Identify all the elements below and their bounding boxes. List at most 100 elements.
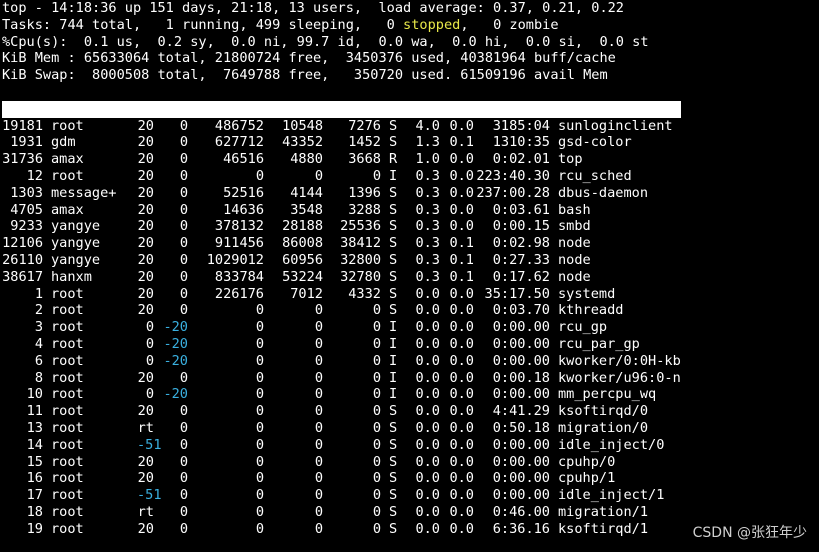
process-row[interactable]: 38617 hanxm 20 0 833784 53224 32780 S 0.3 0.1 0:17…: [2, 269, 681, 286]
process-row[interactable]: 6 root 0 -20 0 0 0 I 0.0 0.0 0:00.00 kworker/0:0H-k…: [2, 353, 681, 370]
process-state: S: [389, 251, 398, 268]
process-ni: 0: [179, 302, 188, 319]
process-user: yangye: [51, 251, 101, 268]
process-shr: 0: [372, 302, 381, 319]
process-state: S: [389, 453, 398, 470]
process-ni: 0: [179, 167, 188, 184]
process-time: 0:03.61: [492, 201, 550, 218]
process-user: amax: [51, 151, 84, 168]
process-time: 0:03.70: [492, 302, 550, 319]
process-row[interactable]: 14 root -51 0 0 0 0 S 0.0 0.0 0:00.00 idle_inject/0: [2, 437, 681, 454]
process-row[interactable]: 12106 yangye 20 0 911456 86008 38412 S 0.3 0.1 0:0…: [2, 235, 681, 252]
process-virt: 0: [255, 386, 264, 403]
process-row[interactable]: 12 root 20 0 0 0 0 I 0.3 0.0 223:40.30 rcu_sched: [2, 168, 681, 185]
process-row[interactable]: 9233 yangye 20 0 378132 28188 25536 S 0.3 0.0 0:00…: [2, 218, 681, 235]
process-ni: 0: [179, 419, 188, 436]
process-ni: 0: [179, 520, 188, 537]
process-virt: 0: [255, 520, 264, 537]
process-user: root: [51, 167, 84, 184]
process-time: 1310:35: [492, 134, 550, 151]
process-user: amax: [51, 201, 84, 218]
process-state: S: [389, 436, 398, 453]
process-ni: 0: [179, 285, 188, 302]
column-header: PID USER PR NI VIRT RES SHR S %CPU%MEM TIME+ COMMA…: [2, 100, 681, 134]
process-row[interactable]: 18 root rt 0 0 0 0 S 0.0 0.0 0:46.00 migration/1: [2, 504, 681, 521]
process-pid: 16: [26, 470, 43, 487]
process-state: S: [389, 117, 398, 134]
process-row[interactable]: 31736 amax 20 0 46516 4880 3668 R 1.0 0.0 0:02.01 t…: [2, 151, 681, 168]
process-mem: 0.0: [449, 453, 474, 470]
process-res: 0: [314, 335, 323, 352]
process-state: S: [389, 419, 398, 436]
process-cpu: 0.0: [415, 470, 440, 487]
process-row[interactable]: 4 root 0 -20 0 0 0 I 0.0 0.0 0:00.00 rcu_par_gp: [2, 336, 681, 353]
process-row[interactable]: 11 root 20 0 0 0 0 S 0.0 0.0 4:41.29 ksoftirqd/0: [2, 403, 681, 420]
process-pr: 20: [137, 369, 154, 386]
process-user: message+: [51, 184, 117, 201]
process-command: top: [558, 151, 583, 168]
process-cpu: 0.0: [415, 319, 440, 336]
process-command: rcu_gp: [558, 319, 608, 336]
process-shr: 1396: [348, 184, 381, 201]
process-row[interactable]: 15 root 20 0 0 0 0 S 0.0 0.0 0:00.00 cpuhp/0: [2, 454, 681, 471]
process-command: node: [558, 235, 591, 252]
process-state: S: [389, 285, 398, 302]
process-mem: 0.0: [449, 201, 474, 218]
process-pid: 26110: [2, 251, 43, 268]
process-row[interactable]: 4705 amax 20 0 14636 3548 3288 S 0.3 0.0 0:03.61 ba…: [2, 202, 681, 219]
process-shr: 0: [372, 386, 381, 403]
process-row[interactable]: 19181 root 20 0 486752 10548 7276 S 4.0 0.0 3185:0…: [2, 118, 681, 135]
process-row[interactable]: 16 root 20 0 0 0 0 S 0.0 0.0 0:00.00 cpuhp/1: [2, 470, 681, 487]
process-time: 0:46.00: [492, 503, 550, 520]
process-command: node: [558, 268, 591, 285]
process-virt: 1029012: [206, 251, 264, 268]
process-res: 7012: [290, 285, 323, 302]
process-command: bash: [558, 201, 591, 218]
process-mem: 0.0: [449, 184, 474, 201]
process-row[interactable]: 1 root 20 0 226176 7012 4332 S 0.0 0.0 35:17.50 sys…: [2, 286, 681, 303]
process-user: root: [51, 403, 84, 420]
process-row[interactable]: 8 root 20 0 0 0 0 I 0.0 0.0 0:00.18 kworker/u96:0-n: [2, 370, 681, 387]
process-command: migration/1: [558, 503, 649, 520]
process-row[interactable]: 17 root -51 0 0 0 0 S 0.0 0.0 0:00.00 idle_inject/1: [2, 487, 681, 504]
process-row[interactable]: 3 root 0 -20 0 0 0 I 0.0 0.0 0:00.00 rcu_gp: [2, 319, 681, 336]
process-user: root: [51, 470, 84, 487]
terminal-screen[interactable]: top - 14:18:36 up 151 days, 21:18, 13 us…: [2, 0, 681, 538]
process-pid: 6: [34, 352, 43, 369]
process-res: 53224: [282, 268, 323, 285]
process-cpu: 0.0: [415, 453, 440, 470]
process-cpu: 0.0: [415, 403, 440, 420]
process-command: cpuhp/0: [558, 453, 616, 470]
process-res: 10548: [282, 117, 323, 134]
process-virt: 0: [255, 352, 264, 369]
process-res: 0: [314, 167, 323, 184]
process-pr: 20: [137, 453, 154, 470]
process-row[interactable]: 2 root 20 0 0 0 0 S 0.0 0.0 0:03.70 kthreadd: [2, 302, 681, 319]
process-row[interactable]: 13 root rt 0 0 0 0 S 0.0 0.0 0:50.18 migration/0: [2, 420, 681, 437]
process-virt: 0: [255, 302, 264, 319]
watermark: CSDN @张狂年少: [692, 525, 807, 542]
process-state: I: [389, 167, 398, 184]
process-pr: rt: [137, 419, 154, 436]
process-pid: 10: [26, 386, 43, 403]
process-shr: 1452: [348, 134, 381, 151]
process-row[interactable]: 1303 message+ 20 0 52516 4144 1396 S 0.3 0.0 237:0…: [2, 185, 681, 202]
process-pr: 20: [137, 151, 154, 168]
process-list: 19181 root 20 0 486752 10548 7276 S 4.0 0.0 3185:0…: [2, 118, 681, 538]
process-user: root: [51, 520, 84, 537]
process-virt: 0: [255, 453, 264, 470]
process-shr: 0: [372, 352, 381, 369]
process-pid: 12: [26, 167, 43, 184]
process-res: 0: [314, 436, 323, 453]
process-res: 60956: [282, 251, 323, 268]
process-shr: 4332: [348, 285, 381, 302]
process-ni: 0: [179, 268, 188, 285]
process-user: root: [51, 487, 84, 504]
process-row[interactable]: 10 root 0 -20 0 0 0 I 0.0 0.0 0:00.00 mm_percpu_wq: [2, 386, 681, 403]
process-row[interactable]: 19 root 20 0 0 0 0 S 0.0 0.0 6:36.16 ksoftirqd/1: [2, 521, 681, 538]
process-shr: 0: [372, 503, 381, 520]
process-row[interactable]: 26110 yangye 20 0 1029012 60956 32800 S 0.3 0.1 0:…: [2, 252, 681, 269]
process-state: I: [389, 335, 398, 352]
process-cpu: 0.3: [415, 268, 440, 285]
process-row[interactable]: 1931 gdm 20 0 627712 43352 1452 S 1.3 0.1 1310:35 g…: [2, 134, 681, 151]
